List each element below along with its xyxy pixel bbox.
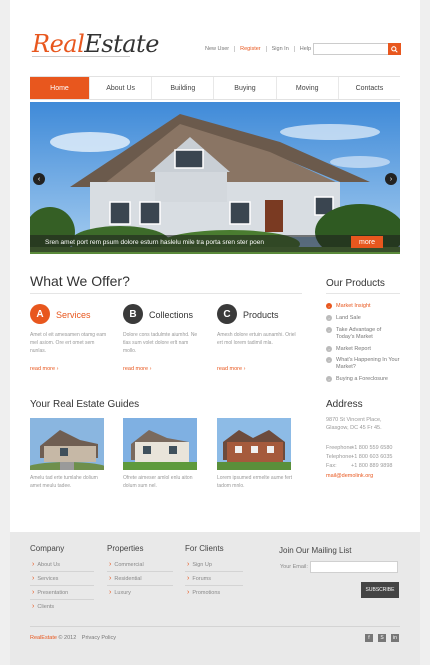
product-item[interactable]: › Take Advantage of Today's Market xyxy=(326,327,400,341)
address-fax: +1 800 889 9898 xyxy=(351,463,393,469)
slider-next-arrow-icon[interactable]: › xyxy=(385,173,397,185)
address-freephone: +1 800 559 6580 xyxy=(351,445,393,451)
copyright-brand: RealEstate xyxy=(30,635,57,641)
footer-link[interactable]: Sign Up xyxy=(187,561,212,568)
guides-title: Your Real Estate Guides xyxy=(30,399,140,410)
address-fax-label: Fax: xyxy=(326,463,337,469)
offer-products-text: Amesh dolore ertuin aunamhi. Oriel ert m… xyxy=(217,332,296,346)
logo-underline xyxy=(32,56,130,57)
new-user-link[interactable]: New User xyxy=(200,46,236,52)
guide-image[interactable] xyxy=(30,418,104,470)
nav-home[interactable]: Home xyxy=(30,77,90,99)
email-label: Your Email: xyxy=(280,564,308,570)
footer-link[interactable]: Residential xyxy=(109,575,141,582)
footer-link[interactable]: Forums xyxy=(187,575,211,582)
logo-part2: Estate xyxy=(84,30,159,58)
offer-services-title[interactable]: Services xyxy=(56,310,91,320)
products-rule xyxy=(326,293,400,294)
address-city: Glasgow, DC 45 Fr 45. xyxy=(326,425,382,431)
search-button[interactable] xyxy=(388,43,401,55)
address-freephone-label: Freephone: xyxy=(326,445,355,451)
footer-link[interactable]: Commercial xyxy=(109,561,143,568)
footer-company-title: Company xyxy=(30,544,65,553)
footer-divider xyxy=(30,599,94,600)
skype-icon[interactable]: S xyxy=(378,634,386,642)
footer-divider xyxy=(107,571,173,572)
footer-link[interactable]: About Us xyxy=(32,561,60,568)
offer-collections-title[interactable]: Collections xyxy=(149,310,193,320)
copyright: RealEstate © 2012 Privacy Policy xyxy=(30,635,116,641)
address-street: 9870 St Vincent Place, xyxy=(326,417,382,423)
guide-text: Lorem ipsumed ermelte aume fert tadom mn… xyxy=(217,475,293,489)
products-title: Our Products xyxy=(326,278,385,289)
offer-c-icon: C xyxy=(217,304,237,324)
offer-collections-text: Dolore cons tadulmte aiumhd. Ne tlas sum… xyxy=(123,332,198,354)
facebook-icon[interactable]: f xyxy=(365,634,373,642)
product-item[interactable]: › What's Happening In Your Market? xyxy=(326,357,400,371)
register-link[interactable]: Register xyxy=(235,46,267,52)
logo-part1: Real xyxy=(32,30,85,58)
privacy-policy-link[interactable]: Privacy Policy xyxy=(82,635,116,641)
footer-link[interactable]: Presentation xyxy=(32,589,68,596)
offer-title: What We Offer? xyxy=(30,273,130,289)
sign-in-link[interactable]: Sign In xyxy=(267,46,295,52)
offer-services-text: Amet ol eit amesamen otamg eam mel asiom… xyxy=(30,332,107,354)
slider-more-button[interactable]: more xyxy=(351,236,383,248)
nav-contacts[interactable]: Contacts xyxy=(339,77,400,99)
footer-properties-title: Properties xyxy=(107,544,144,553)
product-item[interactable]: › Market Report xyxy=(326,346,400,353)
footer-divider xyxy=(185,585,243,586)
search-icon xyxy=(391,45,398,53)
product-item[interactable]: › Market Insight xyxy=(326,303,400,310)
footer-divider xyxy=(185,571,243,572)
product-item[interactable]: › Land Sale xyxy=(326,315,400,322)
offer-products-title[interactable]: Products xyxy=(243,310,279,320)
guide-image[interactable] xyxy=(217,418,291,470)
footer-divider xyxy=(107,585,173,586)
product-item[interactable]: › Buying a Foreclosure xyxy=(326,376,400,383)
guide-image[interactable] xyxy=(123,418,197,470)
mailing-title: Join Our Mailing List xyxy=(279,546,352,555)
logo[interactable]: RealEstate xyxy=(32,30,159,58)
address-telephone-label: Telephone: xyxy=(326,454,353,460)
footer-divider xyxy=(30,585,94,586)
nav-about-us[interactable]: About Us xyxy=(90,77,153,99)
offer-services-readmore[interactable]: read more › xyxy=(30,366,58,372)
main-nav: Home About Us Building Buying Moving Con… xyxy=(30,76,400,100)
offer-collections-readmore[interactable]: read more › xyxy=(123,366,151,372)
footer-link[interactable]: Services xyxy=(32,575,58,582)
slider-prev-arrow-icon[interactable]: ‹ xyxy=(33,173,45,185)
page: RealEstate New User Register Sign In Hel… xyxy=(10,0,420,665)
offer-b-icon: B xyxy=(123,304,143,324)
nav-building[interactable]: Building xyxy=(152,77,215,99)
guide-text: Amelu tad erte tumlahe dolium amet meulu… xyxy=(30,475,98,489)
footer-bottom-rule xyxy=(30,626,400,627)
linkedin-icon[interactable]: in xyxy=(391,634,399,642)
subscribe-button[interactable]: SUBSCRIBE xyxy=(361,582,399,598)
address-title: Address xyxy=(326,399,363,410)
footer-clients-title: For Clients xyxy=(185,544,224,553)
address-email-link[interactable]: mail@demolink.org xyxy=(326,472,373,480)
top-links: New User Register Sign In Help xyxy=(200,46,316,52)
slider-caption: Sren amet port rem psum dolore esturn ha… xyxy=(45,239,264,246)
offer-a-icon: A xyxy=(30,304,50,324)
guide-text: Ofrete aimeser amlol enlu aiton dolum su… xyxy=(123,475,193,489)
footer-link[interactable]: Luxury xyxy=(109,589,131,596)
nav-moving[interactable]: Moving xyxy=(277,77,339,99)
footer-divider xyxy=(30,571,94,572)
search-input[interactable] xyxy=(313,43,391,55)
copyright-year: © 2012 xyxy=(56,635,77,641)
address-telephone: +1 800 603 6035 xyxy=(351,454,393,460)
footer-link[interactable]: Clients xyxy=(32,603,54,610)
footer-link[interactable]: Promotions xyxy=(187,589,220,596)
hero-slider xyxy=(30,102,400,254)
house-photo xyxy=(30,102,400,254)
offer-rule xyxy=(30,293,302,294)
nav-buying[interactable]: Buying xyxy=(214,77,277,99)
offer-products-readmore[interactable]: read more › xyxy=(217,366,245,372)
email-input[interactable] xyxy=(310,561,398,573)
